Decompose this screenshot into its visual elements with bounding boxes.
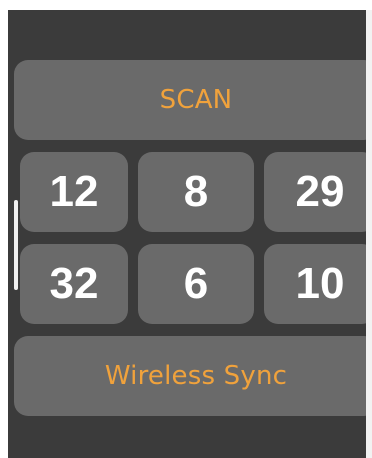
- grid-cell-5[interactable]: 6: [138, 244, 254, 324]
- scroll-indicator: [14, 200, 18, 290]
- grid-cell-value: 10: [295, 259, 345, 308]
- grid-cell-value: 12: [49, 167, 99, 216]
- scan-button-label: SCAN: [159, 85, 233, 115]
- grid-cell-value: 8: [183, 167, 209, 216]
- grid-cell-value: 6: [183, 259, 209, 308]
- grid-cell-6[interactable]: 10: [264, 244, 372, 324]
- wireless-sync-button[interactable]: Wireless Sync: [14, 336, 372, 416]
- watch-screen: SCAN 12 8 29 32 6 10 Wireless Sync: [8, 10, 372, 458]
- wireless-sync-button-label: Wireless Sync: [104, 361, 288, 391]
- grid-cell-1[interactable]: 12: [20, 152, 128, 232]
- grid-cell-value: 32: [49, 259, 99, 308]
- grid-cell-2[interactable]: 8: [138, 152, 254, 232]
- scan-button[interactable]: SCAN: [14, 60, 372, 140]
- screen-edge-bar: [366, 10, 372, 458]
- grid-cell-4[interactable]: 32: [20, 244, 128, 324]
- grid-cell-value: 29: [295, 167, 345, 216]
- grid-cell-3[interactable]: 29: [264, 152, 372, 232]
